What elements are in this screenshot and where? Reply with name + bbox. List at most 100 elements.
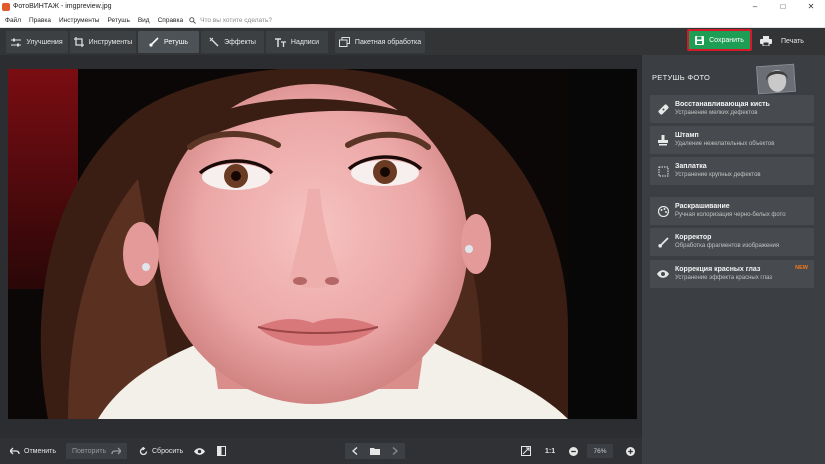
app-logo-icon	[2, 2, 10, 11]
panel-header: РЕТУШЬ ФОТО	[642, 61, 825, 95]
tool-name: Корректор	[675, 234, 712, 241]
menu-view[interactable]: Вид	[135, 17, 153, 24]
tool-colorize[interactable]: Раскрашивание Ручная колоризация черно-б…	[650, 197, 814, 225]
window-controls: – □ ✕	[741, 0, 825, 13]
stamp-icon	[653, 134, 673, 146]
menu-help[interactable]: Справка	[155, 17, 187, 24]
menu-bar: Файл Правка Инструменты Ретушь Вид Справ…	[0, 13, 825, 28]
fit-to-screen-button[interactable]	[521, 443, 535, 459]
redo-button[interactable]: Повторить	[66, 443, 128, 459]
save-label: Сохранить	[709, 36, 744, 44]
tool-name: Восстанавливающая кисть	[675, 101, 770, 108]
tool-name: Штамп	[675, 132, 699, 139]
previous-image-button[interactable]	[345, 443, 365, 459]
photo-canvas	[0, 55, 642, 438]
redo-icon	[111, 447, 122, 455]
panel-title: РЕТУШЬ ФОТО	[652, 73, 711, 82]
sliders-icon	[11, 38, 22, 46]
patch-icon	[653, 166, 673, 177]
menu-file[interactable]: Файл	[2, 17, 24, 24]
brush-icon	[149, 37, 159, 47]
tool-corrector[interactable]: Корректор Обработка фрагментов изображен…	[650, 228, 814, 256]
preview-eye-button[interactable]	[194, 443, 209, 459]
magic-wand-icon	[209, 37, 219, 47]
tab-retouch[interactable]: Ретушь	[138, 31, 199, 53]
tool-name: Заплатка	[675, 163, 707, 170]
floppy-disk-icon	[695, 35, 705, 45]
tool-desc: Удаление нежелательных объектов	[675, 141, 775, 147]
undo-button[interactable]: Отменить	[10, 443, 56, 459]
tool-desc: Ручная колоризация черно-белых фото	[675, 212, 786, 218]
fit-screen-icon	[521, 446, 531, 456]
corrector-brush-icon	[653, 236, 673, 248]
tab-label: Эффекты	[224, 38, 256, 46]
retouch-panel: РЕТУШЬ ФОТО Восстанавливающая кисть Устр…	[642, 55, 825, 464]
tab-captions[interactable]: Надписи	[266, 31, 328, 53]
close-window-button[interactable]: ✕	[797, 0, 825, 13]
zoom-in-button[interactable]	[626, 443, 639, 459]
zoom-out-icon	[569, 446, 578, 456]
tool-desc: Устранение эффекта красных глаз	[675, 275, 772, 281]
tool-name: Коррекция красных глаз	[675, 266, 761, 273]
tool-desc: Устранение крупных дефектов	[675, 172, 761, 178]
panel-header-thumbnail	[756, 63, 796, 95]
zoom-in-icon	[626, 446, 635, 456]
undo-label: Отменить	[24, 447, 56, 455]
zoom-out-button[interactable]	[569, 443, 582, 459]
save-button[interactable]: Сохранить	[687, 29, 752, 51]
print-button[interactable]: Печать	[760, 32, 810, 50]
title-bar: ФотоВИНТАЖ - imgpreview.jpg – □ ✕	[0, 0, 825, 13]
tool-patch[interactable]: Заплатка Устранение крупных дефектов	[650, 157, 814, 185]
tool-desc: Обработка фрагментов изображения	[675, 243, 780, 249]
tab-label: Надписи	[290, 38, 320, 46]
tab-effects[interactable]: Эффекты	[201, 31, 264, 53]
palette-icon	[653, 205, 673, 217]
undo-icon	[10, 447, 20, 455]
zoom-level-field[interactable]: 76%	[587, 444, 613, 458]
folder-icon	[370, 448, 380, 455]
bottom-bar: Отменить Повторить Сбросить 1:1 76%	[0, 438, 642, 464]
tool-name: Раскрашивание	[675, 203, 730, 210]
search-placeholder: Что вы хотите сделать?	[200, 16, 272, 24]
tool-stamp[interactable]: Штамп Удаление нежелательных объектов	[650, 126, 814, 154]
photo-preview[interactable]	[8, 69, 637, 419]
tab-enhancements[interactable]: Улучшения	[6, 31, 68, 53]
reset-button[interactable]: Сбросить	[139, 443, 183, 459]
print-label: Печать	[781, 37, 804, 45]
menu-search[interactable]: Что вы хотите сделать?	[189, 17, 272, 24]
open-folder-button[interactable]	[365, 443, 385, 459]
tab-tools[interactable]: Инструменты	[70, 31, 136, 53]
tab-batch-processing[interactable]: Пакетная обработка	[335, 31, 425, 53]
new-badge: NEW	[795, 265, 808, 271]
batch-icon	[338, 37, 350, 47]
next-image-button[interactable]	[385, 443, 405, 459]
reset-label: Сбросить	[152, 447, 184, 455]
crop-icon	[73, 37, 84, 47]
tool-healing-brush[interactable]: Восстанавливающая кисть Устранение мелки…	[650, 95, 814, 123]
compare-button[interactable]	[217, 443, 230, 459]
menu-retouch[interactable]: Ретушь	[104, 17, 132, 24]
portrait-photo	[8, 69, 637, 419]
tab-label: Ретушь	[163, 38, 189, 46]
eye-icon	[653, 270, 673, 278]
menu-edit[interactable]: Правка	[26, 17, 54, 24]
minimize-button[interactable]: –	[741, 0, 769, 13]
window-title: ФотоВИНТАЖ - imgpreview.jpg	[13, 3, 112, 10]
chevron-left-icon	[352, 447, 358, 455]
compare-icon	[217, 446, 226, 456]
text-icon	[274, 37, 286, 47]
printer-icon	[760, 36, 772, 46]
tab-label: Инструменты	[88, 38, 133, 46]
tool-desc: Устранение мелких дефектов	[675, 110, 758, 116]
chevron-right-icon	[392, 447, 398, 455]
healing-brush-icon	[653, 103, 673, 115]
tab-label: Улучшения	[26, 38, 63, 46]
actual-size-button[interactable]: 1:1	[545, 443, 555, 459]
maximize-button[interactable]: □	[769, 0, 797, 13]
redo-label: Повторить	[72, 447, 107, 455]
menu-tools[interactable]: Инструменты	[56, 17, 103, 24]
tab-label: Пакетная обработка	[354, 38, 422, 46]
eye-icon	[194, 447, 205, 455]
tool-red-eye[interactable]: Коррекция красных глаз Устранение эффект…	[650, 260, 814, 288]
search-icon	[189, 16, 196, 24]
